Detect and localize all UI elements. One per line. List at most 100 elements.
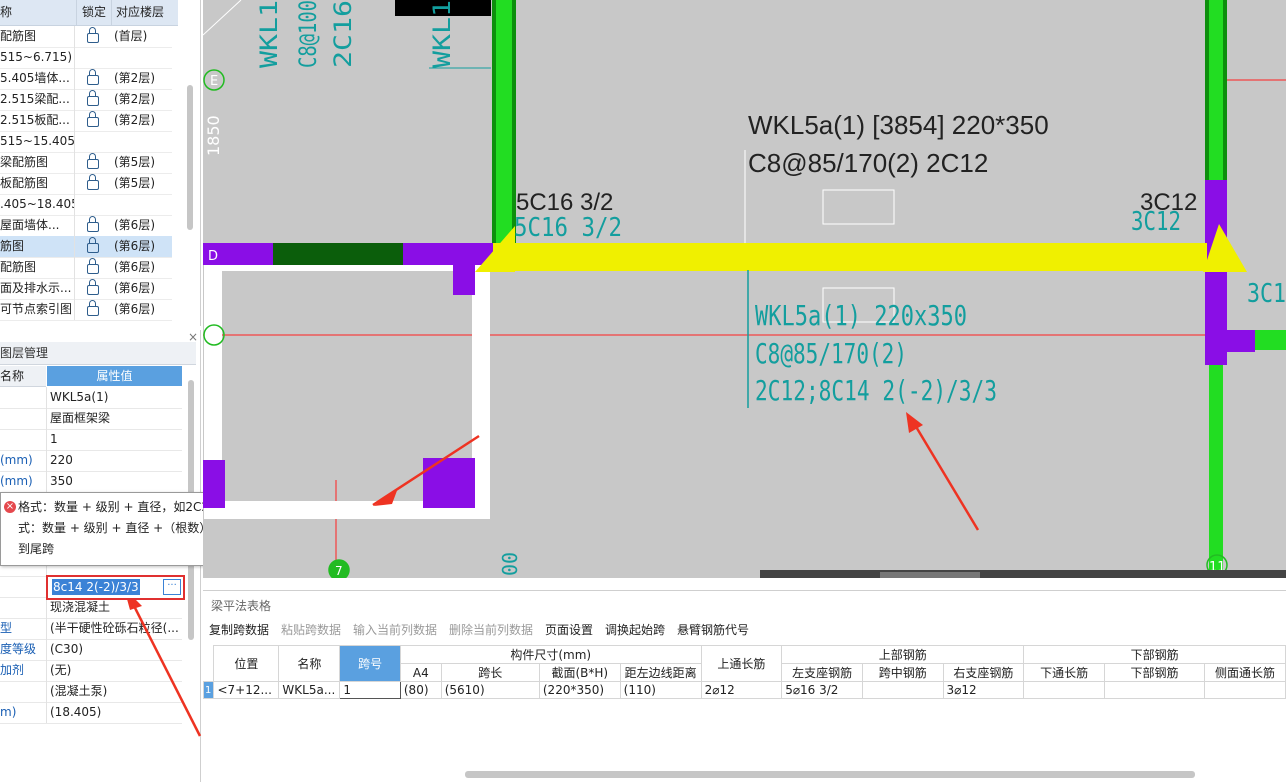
toolbar-button[interactable]: 输入当前列数据 [353, 621, 437, 638]
property-row[interactable]: 型 (半干硬性砼砾石粒径(... [0, 618, 182, 640]
th-bottom-bar[interactable]: 下部钢筋 [1103, 663, 1206, 682]
lock-cell[interactable] [78, 173, 108, 194]
col-header-name[interactable]: 称 [0, 0, 77, 26]
lock-cell[interactable] [78, 26, 108, 47]
property-value[interactable]: (无) [50, 660, 180, 681]
th-section[interactable]: 截面(B*H) [538, 663, 621, 682]
lock-cell[interactable] [78, 215, 108, 236]
th-name[interactable]: 名称 [278, 645, 341, 682]
table-row[interactable]: 1 <7+12... WKL5a... 1 (80) (5610) (220*3… [202, 681, 1286, 699]
property-value[interactable]: (半干硬性砼砾石粒径(... [50, 618, 180, 639]
property-value[interactable]: (C30) [50, 639, 180, 660]
th-position[interactable]: 位置 [213, 645, 280, 682]
cell-section[interactable]: (220*350) [538, 681, 621, 699]
lock-cell[interactable] [78, 110, 108, 131]
canvas-hscroll-thumb[interactable] [880, 572, 980, 578]
drawing-list-row[interactable]: .405~18.405) [0, 194, 172, 216]
th-right-seat[interactable]: 右支座钢筋 [942, 663, 1025, 682]
cell-position[interactable]: <7+12... [213, 681, 280, 699]
property-row[interactable]: 现浇混凝土 [0, 597, 182, 619]
property-value[interactable]: 现浇混凝土 [50, 597, 180, 618]
cell-bottom-bar[interactable] [1103, 681, 1206, 699]
th-span-no[interactable]: 跨号 [339, 645, 401, 682]
property-value[interactable]: 220 [50, 450, 180, 471]
drawing-list-row[interactable]: 配筋图 (首层) [0, 26, 172, 48]
col-header-lock[interactable]: 锁定 [77, 0, 112, 26]
property-value[interactable]: (混凝土泵) [50, 681, 180, 702]
lock-cell[interactable] [78, 299, 108, 320]
cell-a4[interactable]: (80) [399, 681, 442, 699]
cell-span-no[interactable]: 1 [339, 681, 401, 699]
property-row[interactable]: WKL5a(1) [0, 387, 182, 409]
th-bottom-long[interactable]: 下通长筋 [1023, 663, 1105, 682]
property-value[interactable]: 1 [50, 429, 180, 450]
drawing-list-row[interactable]: 筋图 (第6层) [0, 236, 172, 258]
lock-cell[interactable] [78, 278, 108, 299]
property-value[interactable]: 350 [50, 471, 180, 492]
property-row[interactable]: 屋面框架梁 [0, 408, 182, 430]
drawing-list-row[interactable]: 面及排水示... (第6层) [0, 278, 172, 300]
property-value[interactable]: (18.405) [50, 702, 180, 723]
toolbar-button[interactable]: 页面设置 [545, 621, 593, 638]
cell-name[interactable]: WKL5a... [278, 681, 341, 699]
lock-icon[interactable] [87, 300, 99, 316]
table-hscroll[interactable] [465, 771, 1195, 778]
lock-cell[interactable] [78, 257, 108, 278]
ellipsis-button[interactable]: ··· [163, 579, 181, 595]
cell-edge-distance[interactable]: (110) [619, 681, 702, 699]
property-row[interactable]: 度等级 (C30) [0, 639, 182, 661]
property-value[interactable]: WKL5a(1) [50, 387, 180, 408]
cell-top-long[interactable]: 2⌀12 [700, 681, 783, 699]
property-row[interactable]: 加剂 (无) [0, 660, 182, 682]
drawing-list-row[interactable]: 5.405墙体... (第2层) [0, 68, 172, 90]
property-row[interactable]: (混凝土泵) [0, 681, 182, 703]
th-span-length[interactable]: 跨长 [440, 663, 540, 682]
cell-right-seat[interactable]: 3⌀12 [942, 681, 1025, 699]
lock-icon[interactable] [87, 258, 99, 274]
drawing-list-row[interactable]: 515~15.405) [0, 131, 172, 153]
row-index[interactable]: 1 [202, 681, 215, 699]
lock-icon[interactable] [87, 27, 99, 43]
toolbar-button[interactable]: 删除当前列数据 [449, 621, 533, 638]
th-a4[interactable]: A4 [399, 663, 442, 682]
lock-icon[interactable] [87, 216, 99, 232]
th-top-long[interactable]: 上通长筋 [700, 645, 783, 682]
lock-icon[interactable] [87, 279, 99, 295]
th-left-seat[interactable]: 左支座钢筋 [781, 663, 863, 682]
property-edit-value[interactable]: 8c14 2(-2)/3/3 [52, 579, 140, 595]
cell-bottom-long[interactable] [1023, 681, 1105, 699]
lock-icon[interactable] [87, 237, 99, 253]
drawing-list-row[interactable]: 板配筋图 (第5层) [0, 173, 172, 195]
cell-left-seat[interactable]: 5⌀16 3/2 [781, 681, 863, 699]
drawing-list-row[interactable]: 515~6.715) [0, 47, 172, 69]
cell-side-long[interactable] [1204, 681, 1286, 699]
lock-icon[interactable] [87, 69, 99, 85]
property-row[interactable]: 1 [0, 429, 182, 451]
drawing-list-row[interactable]: 2.515梁配... (第2层) [0, 89, 172, 111]
toolbar-button[interactable]: 粘贴跨数据 [281, 621, 341, 638]
lock-cell[interactable] [78, 68, 108, 89]
th-side-long[interactable]: 侧面通长筋 [1204, 663, 1286, 682]
toolbar-button[interactable]: 悬臂钢筋代号 [677, 621, 749, 638]
lock-icon[interactable] [87, 111, 99, 127]
drawing-list-row[interactable]: 配筋图 (第6层) [0, 257, 172, 279]
drawing-list-row[interactable]: 可节点索引图 (第6层) [0, 299, 172, 321]
th-edge-distance[interactable]: 距左边线距离 [619, 663, 702, 682]
col-header-floor[interactable]: 对应楼层 [112, 0, 178, 26]
th-mid-span[interactable]: 跨中钢筋 [861, 663, 944, 682]
lock-cell[interactable] [78, 89, 108, 110]
toolbar-button[interactable]: 复制跨数据 [209, 621, 269, 638]
lock-icon[interactable] [87, 174, 99, 190]
cell-span-length[interactable]: (5610) [440, 681, 540, 699]
drawing-list-row[interactable]: 梁配筋图 (第5层) [0, 152, 172, 174]
property-row[interactable]: (mm) 220 [0, 450, 182, 472]
drawing-list-row[interactable]: 2.515板配... (第2层) [0, 110, 172, 132]
toolbar-button[interactable]: 调换起始跨 [605, 621, 665, 638]
drawing-list-scrollbar[interactable] [187, 85, 193, 230]
property-edit-field[interactable]: 8c14 2(-2)/3/3 ··· [46, 575, 185, 600]
lock-icon[interactable] [87, 90, 99, 106]
property-value[interactable]: 屋面框架梁 [50, 408, 180, 429]
cell-mid-span[interactable] [861, 681, 944, 699]
lock-icon[interactable] [87, 153, 99, 169]
drawing-list-row[interactable]: 屋面墙体... (第6层) [0, 215, 172, 237]
